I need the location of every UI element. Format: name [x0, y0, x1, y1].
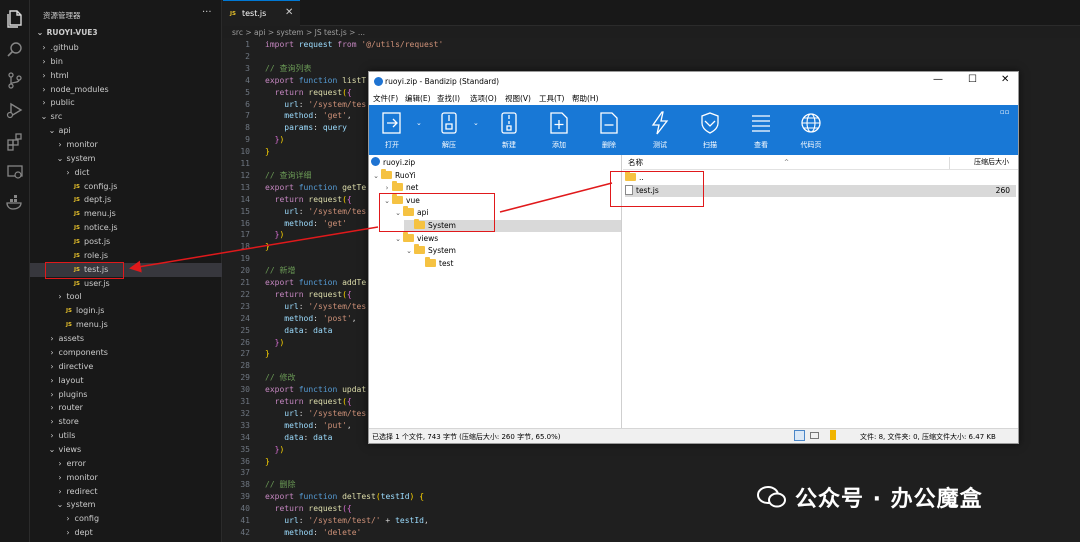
annotation-arrows	[129, 182, 613, 273]
watermark-text: 公众号 · 办公魔盒	[795, 487, 983, 512]
arrow-file-to-folder	[499, 182, 613, 213]
screenshot-root: 资源管理器 ··· ⌄ RUOYI-VUE3 › .github › bin › h…	[0, 0, 1080, 542]
wechat-icon	[757, 486, 786, 508]
arrow-zip-to-explorer	[129, 226, 379, 273]
